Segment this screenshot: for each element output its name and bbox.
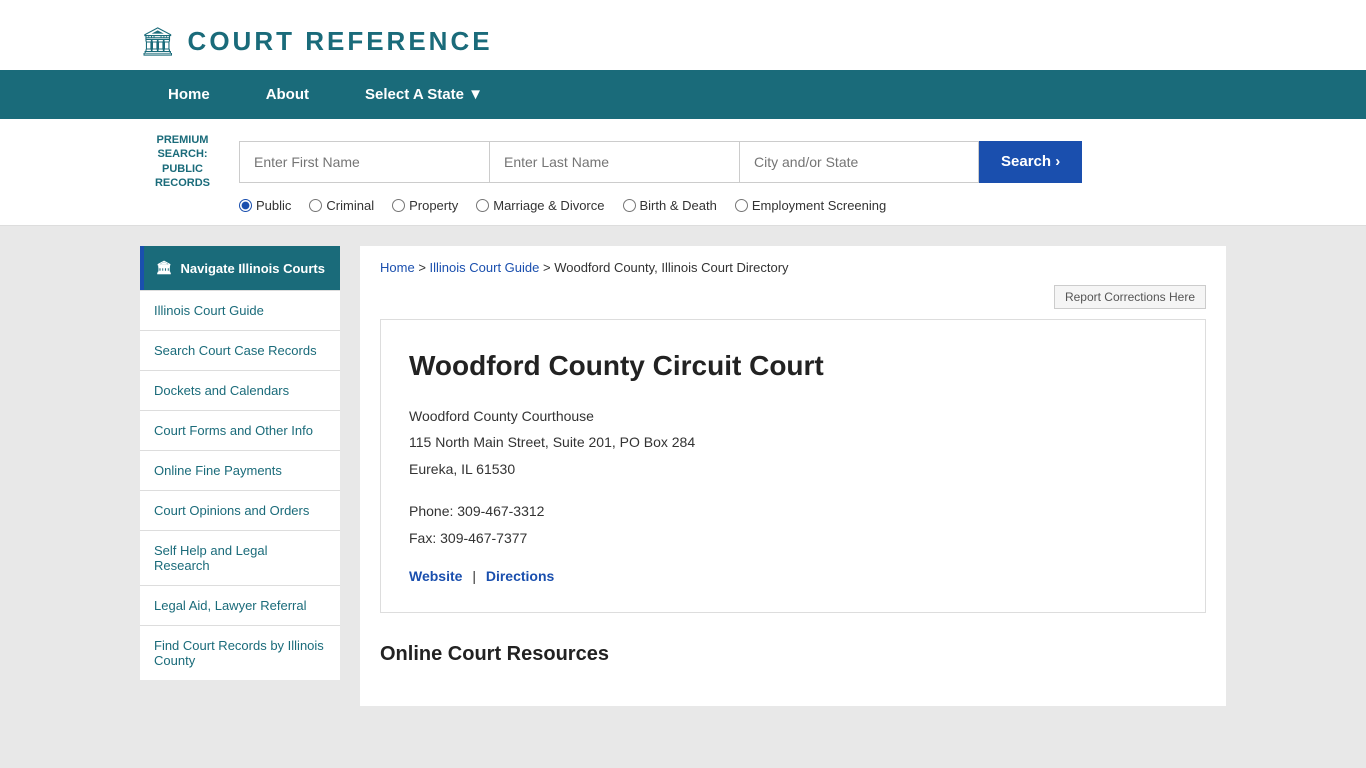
court-contact: Phone: 309-467-3312 Fax: 309-467-7377 xyxy=(409,498,1177,551)
report-corrections-button[interactable]: Report Corrections Here xyxy=(1054,285,1206,309)
sidebar-item-legal-aid[interactable]: Legal Aid, Lawyer Referral xyxy=(140,585,340,625)
breadcrumb: Home > Illinois Court Guide > Woodford C… xyxy=(380,246,1206,285)
columns-icon: 🏛 xyxy=(156,260,173,276)
nav-select-state[interactable]: Select A State ▼ xyxy=(337,70,511,119)
sidebar-nav-title: 🏛 Navigate Illinois Courts xyxy=(140,246,340,290)
court-links: Website | Directions xyxy=(409,568,1177,584)
sidebar-item-court-forms[interactable]: Court Forms and Other Info xyxy=(140,410,340,450)
nav-about[interactable]: About xyxy=(238,70,337,119)
court-card: Woodford County Circuit Court Woodford C… xyxy=(380,319,1206,612)
breadcrumb-home[interactable]: Home xyxy=(380,260,415,275)
search-button[interactable]: Search › xyxy=(979,141,1082,183)
address-line3: Eureka, IL 61530 xyxy=(409,456,1177,483)
sidebar-item-search-court-case-records[interactable]: Search Court Case Records xyxy=(140,330,340,370)
sidebar-item-find-court-records[interactable]: Find Court Records by Illinois County xyxy=(140,625,340,680)
sidebar-item-self-help[interactable]: Self Help and Legal Research xyxy=(140,530,340,585)
breadcrumb-current: Woodford County, Illinois Court Director… xyxy=(554,260,788,275)
court-fax-number: Fax: 309-467-7377 xyxy=(409,525,1177,552)
court-title: Woodford County Circuit Court xyxy=(409,348,1177,384)
search-type-options: Public Criminal Property Marriage & Divo… xyxy=(140,190,1346,217)
court-phone-number: Phone: 309-467-3312 xyxy=(409,498,1177,525)
court-address: Woodford County Courthouse 115 North Mai… xyxy=(409,403,1177,483)
sidebar-item-dockets-calendars[interactable]: Dockets and Calendars xyxy=(140,370,340,410)
site-header: 🏛 COURT REFERENCE xyxy=(0,0,1366,70)
radio-property[interactable]: Property xyxy=(392,198,458,213)
radio-criminal[interactable]: Criminal xyxy=(309,198,374,213)
breadcrumb-illinois[interactable]: Illinois Court Guide xyxy=(430,260,540,275)
sidebar-item-court-opinions[interactable]: Court Opinions and Orders xyxy=(140,490,340,530)
sidebar: 🏛 Navigate Illinois Courts Illinois Cour… xyxy=(140,246,340,706)
radio-public[interactable]: Public xyxy=(239,198,291,213)
search-bar-container: PREMIUM SEARCH: PUBLIC RECORDS Search › … xyxy=(0,119,1366,226)
radio-employment[interactable]: Employment Screening xyxy=(735,198,886,213)
main-nav: Home About Select A State ▼ xyxy=(0,70,1366,119)
address-line1: Woodford County Courthouse xyxy=(409,403,1177,430)
radio-birth[interactable]: Birth & Death xyxy=(623,198,717,213)
city-state-input[interactable] xyxy=(739,141,979,183)
report-corrections-container: Report Corrections Here xyxy=(380,285,1206,309)
main-content: 🏛 Navigate Illinois Courts Illinois Cour… xyxy=(0,226,1366,726)
sidebar-item-online-fine-payments[interactable]: Online Fine Payments xyxy=(140,450,340,490)
sidebar-item-illinois-court-guide[interactable]: Illinois Court Guide xyxy=(140,290,340,330)
courthouse-icon: 🏛 xyxy=(140,25,176,58)
online-resources-heading: Online Court Resources xyxy=(380,633,1206,682)
last-name-input[interactable] xyxy=(489,141,739,183)
site-logo-text: COURT REFERENCE xyxy=(188,26,493,57)
court-directions-link[interactable]: Directions xyxy=(486,568,554,584)
premium-label: PREMIUM SEARCH: PUBLIC RECORDS xyxy=(140,133,225,190)
address-line2: 115 North Main Street, Suite 201, PO Box… xyxy=(409,429,1177,456)
court-website-link[interactable]: Website xyxy=(409,568,462,584)
radio-marriage[interactable]: Marriage & Divorce xyxy=(476,198,604,213)
page-content: Home > Illinois Court Guide > Woodford C… xyxy=(360,246,1226,706)
logo-area: 🏛 COURT REFERENCE xyxy=(140,25,493,58)
first-name-input[interactable] xyxy=(239,141,489,183)
nav-home[interactable]: Home xyxy=(140,70,238,119)
link-separator: | xyxy=(472,568,476,584)
